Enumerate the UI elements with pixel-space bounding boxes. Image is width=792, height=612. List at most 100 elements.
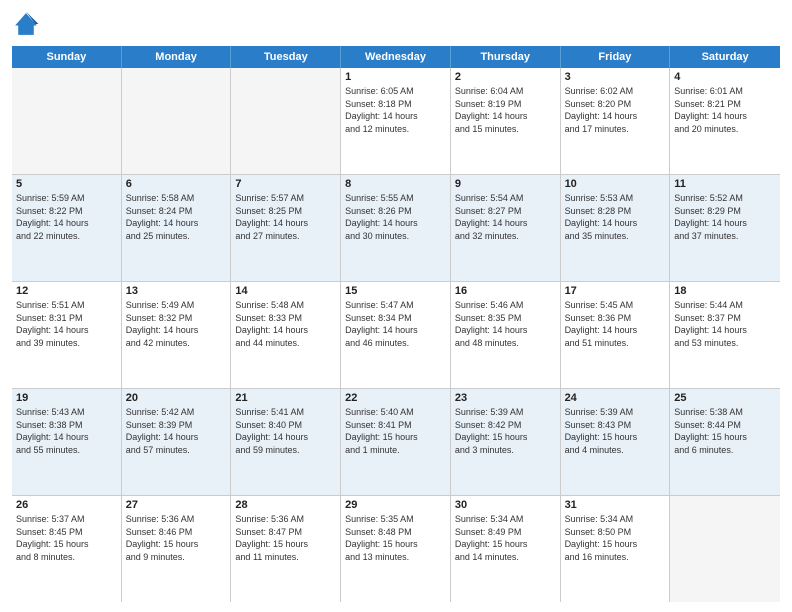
day-number: 8 [345,178,446,190]
day-detail: Sunrise: 5:55 AMSunset: 8:26 PMDaylight:… [345,192,446,242]
calendar-row-3: 19Sunrise: 5:43 AMSunset: 8:38 PMDayligh… [12,389,780,496]
day-number: 3 [565,71,666,83]
day-number: 22 [345,392,446,404]
day-number: 15 [345,285,446,297]
day-cell-6: 6Sunrise: 5:58 AMSunset: 8:24 PMDaylight… [122,175,232,281]
day-detail: Sunrise: 5:51 AMSunset: 8:31 PMDaylight:… [16,299,117,349]
day-number: 28 [235,499,336,511]
day-detail: Sunrise: 5:40 AMSunset: 8:41 PMDaylight:… [345,406,446,456]
day-detail: Sunrise: 5:39 AMSunset: 8:43 PMDaylight:… [565,406,666,456]
header [12,10,780,38]
calendar-body: 1 Sunrise: 6:05 AMSunset: 8:18 PMDaylight… [12,68,780,602]
day-number: 1 [345,71,446,83]
day-cell-9: 9 Sunrise: 5:54 AMSunset: 8:27 PMDaylight… [451,175,561,281]
day-cell-23: 23 Sunrise: 5:39 AMSunset: 8:42 PMDayligh… [451,389,561,495]
day-cell-1: 1 Sunrise: 6:05 AMSunset: 8:18 PMDaylight… [341,68,451,174]
day-number: 11 [674,178,776,190]
day-cell-28: 28 Sunrise: 5:36 AMSunset: 8:47 PMDayligh… [231,496,341,602]
day-cell-31: 31Sunrise: 5:34 AMSunset: 8:50 PMDayligh… [561,496,671,602]
day-detail: Sunrise: 5:41 AMSunset: 8:40 PMDaylight:… [235,406,336,456]
header-day-tuesday: Tuesday [231,46,341,68]
header-day-friday: Friday [561,46,671,68]
day-cell-5: 5 Sunrise: 5:59 AMSunset: 8:22 PMDaylight… [12,175,122,281]
day-number: 30 [455,499,556,511]
day-detail: Sunrise: 5:36 AMSunset: 8:47 PMDaylight:… [235,513,336,563]
day-number: 21 [235,392,336,404]
calendar-row-2: 12 Sunrise: 5:51 AMSunset: 8:31 PMDayligh… [12,282,780,389]
day-cell-18: 18Sunrise: 5:44 AMSunset: 8:37 PMDayligh… [670,282,780,388]
day-detail: Sunrise: 5:53 AMSunset: 8:28 PMDaylight:… [565,192,666,242]
day-detail: Sunrise: 6:05 AMSunset: 8:18 PMDaylight:… [345,85,446,135]
day-number: 16 [455,285,556,297]
day-cell-26: 26Sunrise: 5:37 AMSunset: 8:45 PMDayligh… [12,496,122,602]
logo [12,10,44,38]
day-cell-7: 7Sunrise: 5:57 AMSunset: 8:25 PMDaylight… [231,175,341,281]
day-detail: Sunrise: 5:48 AMSunset: 8:33 PMDaylight:… [235,299,336,349]
header-day-wednesday: Wednesday [341,46,451,68]
day-cell-22: 22 Sunrise: 5:40 AMSunset: 8:41 PMDayligh… [341,389,451,495]
day-number: 5 [16,178,117,190]
day-number: 14 [235,285,336,297]
day-number: 12 [16,285,117,297]
day-cell-4: 4 Sunrise: 6:01 AMSunset: 8:21 PMDaylight… [670,68,780,174]
day-detail: Sunrise: 5:45 AMSunset: 8:36 PMDaylight:… [565,299,666,349]
day-detail: Sunrise: 6:01 AMSunset: 8:21 PMDaylight:… [674,85,776,135]
day-cell-30: 30 Sunrise: 5:34 AMSunset: 8:49 PMDayligh… [451,496,561,602]
day-cell-10: 10 Sunrise: 5:53 AMSunset: 8:28 PMDayligh… [561,175,671,281]
day-cell-12: 12 Sunrise: 5:51 AMSunset: 8:31 PMDayligh… [12,282,122,388]
day-detail: Sunrise: 6:02 AMSunset: 8:20 PMDaylight:… [565,85,666,135]
day-number: 25 [674,392,776,404]
day-detail: Sunrise: 5:36 AMSunset: 8:46 PMDaylight:… [126,513,227,563]
day-detail: Sunrise: 5:59 AMSunset: 8:22 PMDaylight:… [16,192,117,242]
calendar-row-0: 1 Sunrise: 6:05 AMSunset: 8:18 PMDaylight… [12,68,780,175]
day-detail: Sunrise: 5:44 AMSunset: 8:37 PMDaylight:… [674,299,776,349]
page: SundayMondayTuesdayWednesdayThursdayFrid… [0,0,792,612]
day-number: 4 [674,71,776,83]
day-number: 20 [126,392,227,404]
day-cell-27: 27 Sunrise: 5:36 AMSunset: 8:46 PMDayligh… [122,496,232,602]
day-number: 6 [126,178,227,190]
calendar-row-4: 26Sunrise: 5:37 AMSunset: 8:45 PMDayligh… [12,496,780,602]
day-detail: Sunrise: 5:49 AMSunset: 8:32 PMDaylight:… [126,299,227,349]
day-detail: Sunrise: 5:46 AMSunset: 8:35 PMDaylight:… [455,299,556,349]
day-number: 23 [455,392,556,404]
empty-cell-0-2 [231,68,341,174]
day-cell-15: 15 Sunrise: 5:47 AMSunset: 8:34 PMDayligh… [341,282,451,388]
day-detail: Sunrise: 5:37 AMSunset: 8:45 PMDaylight:… [16,513,117,563]
day-cell-20: 20 Sunrise: 5:42 AMSunset: 8:39 PMDayligh… [122,389,232,495]
empty-cell-0-1 [122,68,232,174]
day-cell-29: 29 Sunrise: 5:35 AMSunset: 8:48 PMDayligh… [341,496,451,602]
day-detail: Sunrise: 5:34 AMSunset: 8:50 PMDaylight:… [565,513,666,563]
day-number: 2 [455,71,556,83]
empty-cell-0-0 [12,68,122,174]
day-number: 24 [565,392,666,404]
day-detail: Sunrise: 5:35 AMSunset: 8:48 PMDaylight:… [345,513,446,563]
day-number: 29 [345,499,446,511]
day-number: 9 [455,178,556,190]
header-day-sunday: Sunday [12,46,122,68]
day-detail: Sunrise: 5:38 AMSunset: 8:44 PMDaylight:… [674,406,776,456]
day-detail: Sunrise: 5:42 AMSunset: 8:39 PMDaylight:… [126,406,227,456]
day-cell-17: 17 Sunrise: 5:45 AMSunset: 8:36 PMDayligh… [561,282,671,388]
day-number: 7 [235,178,336,190]
day-number: 19 [16,392,117,404]
logo-icon [12,10,40,38]
day-number: 27 [126,499,227,511]
day-cell-21: 21 Sunrise: 5:41 AMSunset: 8:40 PMDayligh… [231,389,341,495]
header-day-thursday: Thursday [451,46,561,68]
day-number: 17 [565,285,666,297]
day-detail: Sunrise: 5:54 AMSunset: 8:27 PMDaylight:… [455,192,556,242]
header-day-monday: Monday [122,46,232,68]
day-cell-3: 3 Sunrise: 6:02 AMSunset: 8:20 PMDaylight… [561,68,671,174]
day-number: 10 [565,178,666,190]
day-cell-13: 13 Sunrise: 5:49 AMSunset: 8:32 PMDayligh… [122,282,232,388]
day-detail: Sunrise: 5:34 AMSunset: 8:49 PMDaylight:… [455,513,556,563]
day-cell-25: 25 Sunrise: 5:38 AMSunset: 8:44 PMDayligh… [670,389,780,495]
day-cell-19: 19Sunrise: 5:43 AMSunset: 8:38 PMDayligh… [12,389,122,495]
day-detail: Sunrise: 5:39 AMSunset: 8:42 PMDaylight:… [455,406,556,456]
calendar-header: SundayMondayTuesdayWednesdayThursdayFrid… [12,46,780,68]
day-cell-24: 24 Sunrise: 5:39 AMSunset: 8:43 PMDayligh… [561,389,671,495]
day-number: 13 [126,285,227,297]
day-cell-8: 8 Sunrise: 5:55 AMSunset: 8:26 PMDaylight… [341,175,451,281]
day-detail: Sunrise: 5:47 AMSunset: 8:34 PMDaylight:… [345,299,446,349]
